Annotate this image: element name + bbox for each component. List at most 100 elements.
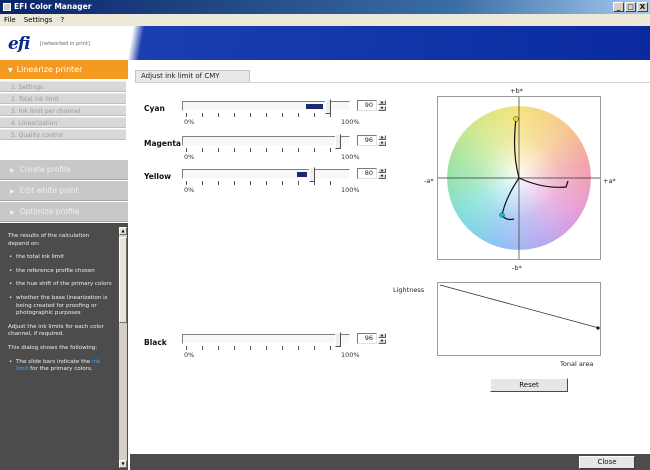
step-label: Linearize printer (16, 65, 83, 74)
chevron-right-icon: ▶ (10, 188, 15, 195)
yellow-point (513, 116, 519, 122)
menu-settings[interactable]: Settings (24, 14, 53, 26)
help-bullet: the hue shift of the primary colors (8, 281, 112, 289)
spin-up-icon[interactable]: ▲ (378, 135, 386, 140)
ink-value-spinner-magenta[interactable]: 96 ▲ ▼ (357, 135, 387, 146)
ink-value-spinner-cyan[interactable]: 90 ▲ ▼ (357, 100, 387, 111)
channel-label: Yellow (144, 172, 172, 181)
scroll-thumb[interactable] (119, 237, 127, 323)
lightness-axis-label: Lightness (393, 286, 425, 294)
min-percent-label: 0% (184, 153, 195, 161)
min-percent-label: 0% (184, 186, 195, 194)
min-percent-label: 0% (184, 351, 195, 359)
app-icon (3, 3, 11, 11)
menu-help[interactable]: ? (60, 14, 64, 26)
menu-bar: File Settings ? (0, 14, 650, 26)
step-label: Create profile (19, 165, 71, 174)
step-linearize-printer[interactable]: ▼ Linearize printer (0, 60, 128, 79)
slider-ticks (186, 148, 346, 152)
close-window-button[interactable]: X (637, 2, 648, 12)
ink-value-field[interactable]: 96 (357, 135, 377, 146)
chevron-right-icon: ▶ (10, 209, 15, 216)
spin-down-icon[interactable]: ▼ (378, 174, 386, 179)
help-bullet: the total ink limit (8, 254, 112, 262)
plus-b-label: +b* (510, 87, 523, 95)
ink-value-field[interactable]: 90 (357, 100, 377, 111)
ink-slider-yellow[interactable] (182, 167, 350, 182)
help-para: This dialog shows the following: (8, 344, 98, 351)
slider-fill (297, 172, 307, 177)
plus-a-label: +a* (603, 177, 616, 185)
spin-down-icon[interactable]: ▼ (378, 141, 386, 146)
slider-ticks (186, 113, 346, 117)
minimize-button[interactable]: _ (613, 2, 624, 12)
chevron-down-icon: ▼ (8, 67, 13, 74)
slider-handle[interactable] (309, 167, 315, 182)
ink-value-spinner-black[interactable]: 96 ▲ ▼ (357, 333, 387, 344)
help-bullet-text: The slide bars indicate the (16, 358, 91, 365)
substep-total-ink-limit[interactable]: 2. Total ink limit (0, 93, 126, 104)
step-label: Edit white point (19, 186, 79, 195)
scroll-down-arrow-icon[interactable]: ▼ (119, 460, 127, 468)
step-optimize-profile[interactable]: ▶ Optimize profile (0, 202, 128, 222)
substep-settings[interactable]: 1. Settings (0, 81, 126, 92)
spin-up-icon[interactable]: ▲ (378, 333, 386, 338)
menu-file[interactable]: File (4, 14, 16, 26)
brand-header: efi [networked in print] (0, 26, 650, 60)
help-text: The results of the calculation depend on… (8, 233, 112, 380)
maximize-button[interactable]: □ (625, 2, 636, 12)
help-bullet-text: for the primary colors. (30, 366, 93, 373)
substep-ink-limit-per-channel[interactable]: 3. Ink limit per channel (0, 105, 126, 116)
channel-label: Cyan (144, 104, 165, 113)
max-percent-label: 100% (341, 118, 360, 126)
channel-label: Magenta (144, 139, 181, 148)
window-title: EFI Color Manager (14, 2, 92, 11)
ink-value-spinner-yellow[interactable]: 80 ▲ ▼ (357, 168, 387, 179)
title-bar: EFI Color Manager _ □ X (0, 0, 650, 14)
step-edit-white-point[interactable]: ▶ Edit white point (0, 181, 128, 201)
help-bullet-list-2: The slide bars indicate the ink limit fo… (8, 359, 112, 374)
substep-list: 1. Settings 2. Total ink limit 3. Ink li… (0, 81, 128, 141)
substep-quality-control[interactable]: 5. Quality control (0, 129, 126, 140)
slider-ticks (186, 181, 346, 185)
max-percent-label: 100% (341, 351, 360, 359)
spin-up-icon[interactable]: ▲ (378, 100, 386, 105)
color-wheel (438, 97, 600, 259)
brand-tagline: [networked in print] (40, 41, 90, 47)
ink-slider-magenta[interactable] (182, 134, 350, 149)
help-panel: The results of the calculation depend on… (0, 223, 128, 470)
close-button[interactable]: Close (579, 456, 635, 469)
scroll-up-arrow-icon[interactable]: ▲ (119, 227, 127, 235)
substep-linearization[interactable]: 4. Linearization (0, 117, 126, 128)
ink-slider-black[interactable] (182, 332, 350, 347)
slider-fill (306, 104, 323, 109)
help-bullet: whether the base linearization is being … (8, 295, 112, 318)
help-intro: The results of the calculation depend on… (8, 233, 90, 247)
help-bullet: The slide bars indicate the ink limit fo… (8, 359, 112, 374)
tab-adjust-ink-limit[interactable]: Adjust ink limit of CMY (135, 70, 250, 82)
help-scrollbar[interactable]: ▲ ▼ (119, 227, 127, 468)
slider-handle[interactable] (335, 332, 341, 347)
sidebar: ▼ Linearize printer 1. Settings 2. Total … (0, 60, 128, 470)
step-create-profile[interactable]: ▶ Create profile (0, 160, 128, 180)
brand-banner (100, 26, 650, 60)
spin-down-icon[interactable]: ▼ (378, 106, 386, 111)
spin-down-icon[interactable]: ▼ (378, 339, 386, 344)
help-bullet: the reference profile chosen (8, 268, 112, 276)
slider-handle[interactable] (335, 134, 341, 149)
min-percent-label: 0% (184, 118, 195, 126)
bottom-bar (130, 454, 650, 470)
cyan-point (499, 212, 505, 218)
reset-button[interactable]: Reset (490, 378, 568, 392)
help-bullet-list: the total ink limit the reference profil… (8, 254, 112, 318)
ink-slider-cyan[interactable] (182, 99, 350, 114)
brand-logo-area: efi [networked in print] (0, 26, 100, 60)
tonal-area-axis-label: Tonal area (560, 360, 594, 368)
lightness-plot (437, 282, 601, 356)
ink-value-field[interactable]: 96 (357, 333, 377, 344)
help-para: Adjust the ink limits for each color cha… (8, 323, 104, 338)
slider-handle[interactable] (325, 99, 331, 114)
max-percent-label: 100% (341, 186, 360, 194)
spin-up-icon[interactable]: ▲ (378, 168, 386, 173)
ink-value-field[interactable]: 80 (357, 168, 377, 179)
